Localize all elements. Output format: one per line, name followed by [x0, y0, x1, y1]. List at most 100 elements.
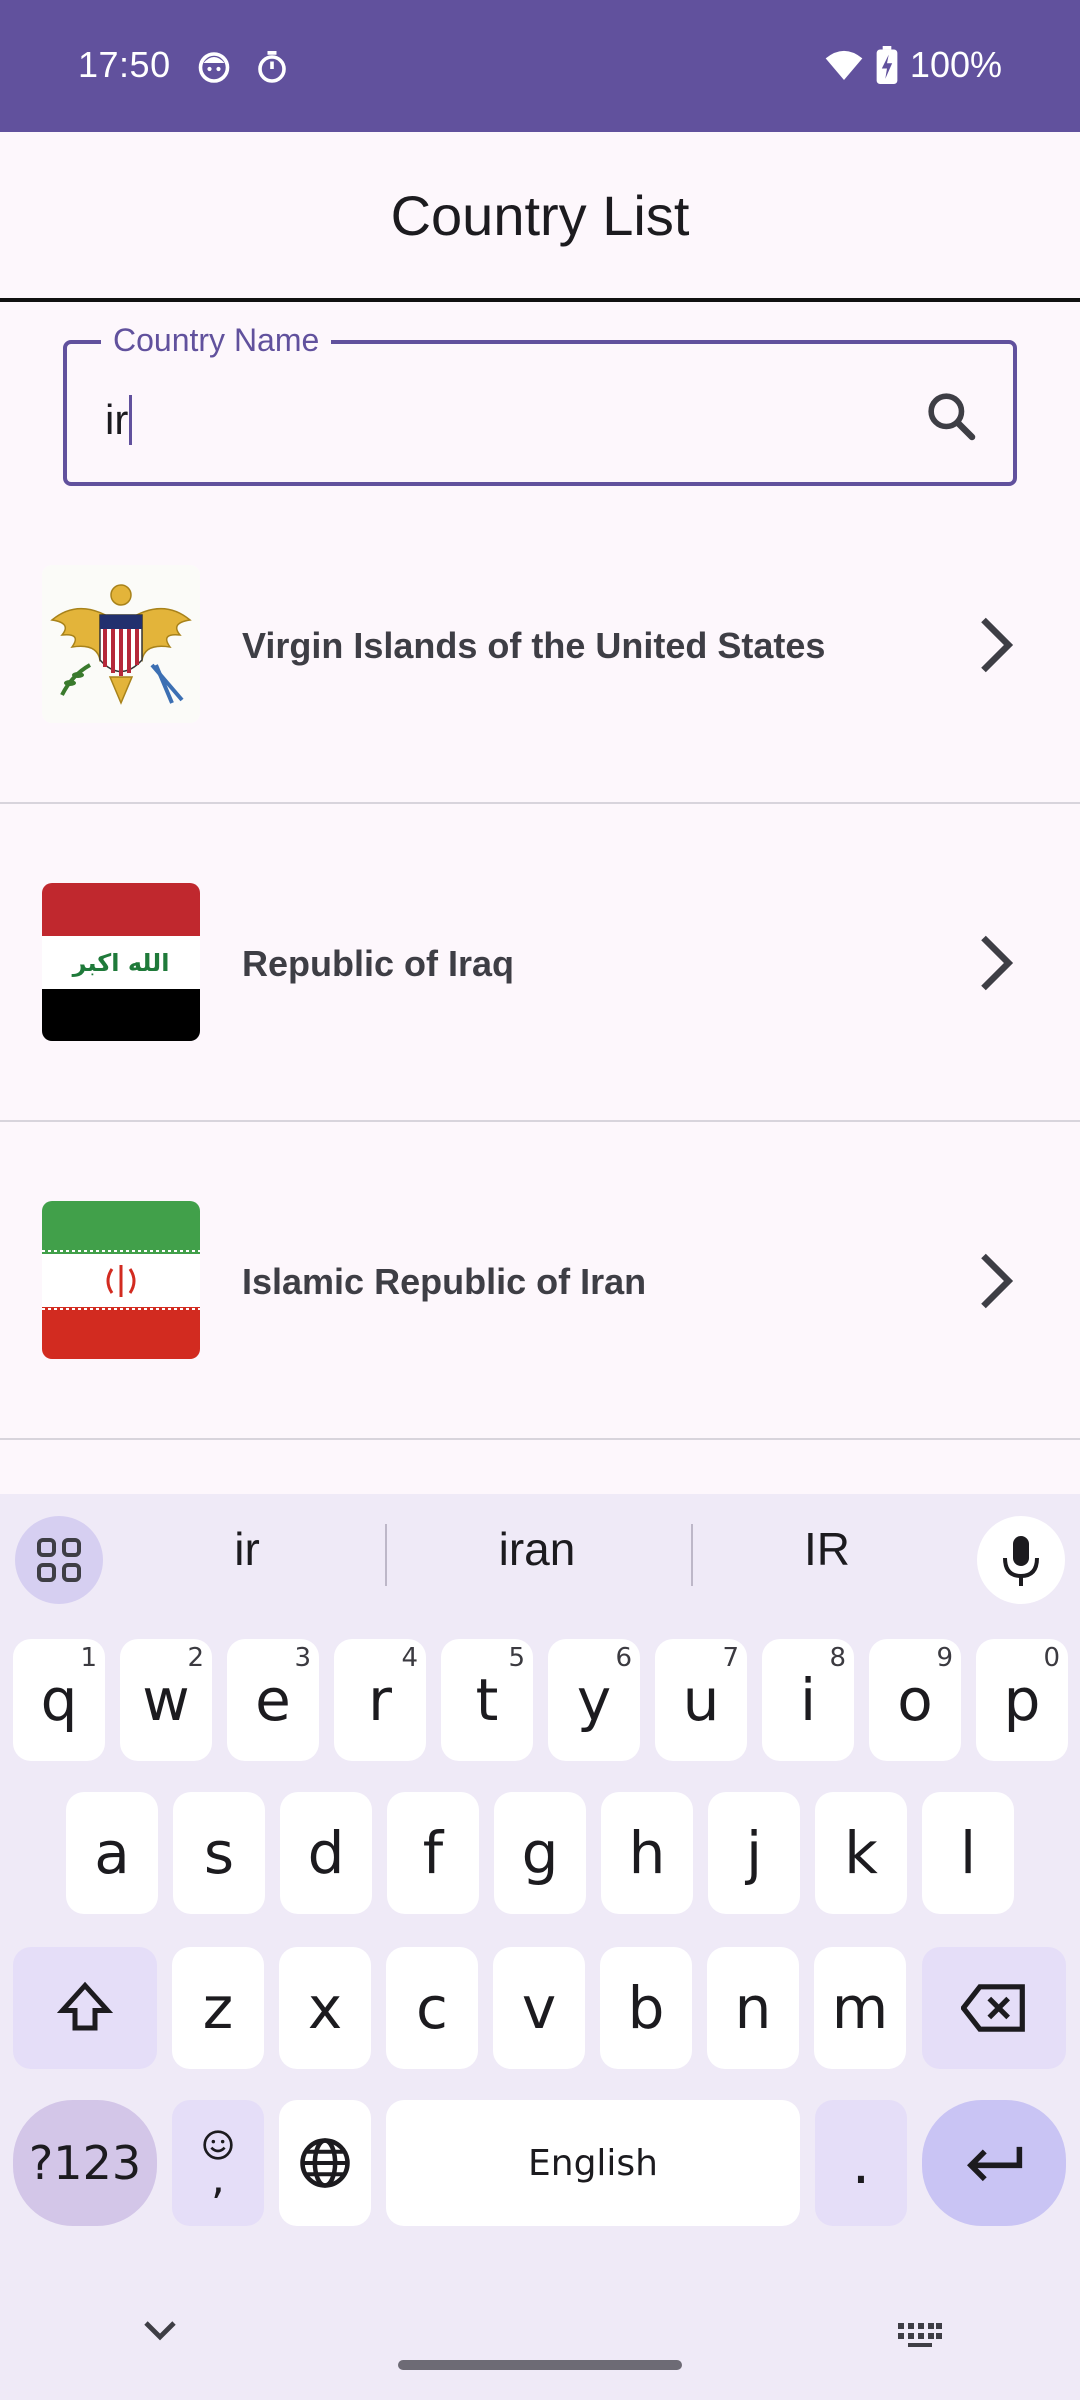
status-time: 17:50 — [78, 44, 171, 85]
key-a[interactable]: a — [66, 1792, 158, 1914]
hide-keyboard-icon[interactable] — [140, 2316, 180, 2346]
key-hint: 3 — [294, 1643, 311, 1673]
key-hint: 2 — [187, 1643, 204, 1673]
keyboard-switch-icon[interactable] — [896, 2320, 944, 2350]
key-label: a — [94, 1819, 130, 1887]
globe-icon — [300, 2138, 350, 2188]
key-q[interactable]: q1 — [13, 1639, 105, 1761]
key-r[interactable]: r4 — [334, 1639, 426, 1761]
key-label: j — [745, 1819, 763, 1887]
chevron-right-icon[interactable] — [974, 933, 1018, 993]
iraq-flag: الله اكبر — [42, 883, 200, 1041]
suggestion-divider — [385, 1524, 387, 1586]
key-b[interactable]: b — [600, 1947, 692, 2069]
key-label: q — [40, 1666, 78, 1734]
key-hint: 8 — [829, 1643, 846, 1673]
key-label: b — [627, 1974, 665, 2042]
key-p[interactable]: p0 — [976, 1639, 1068, 1761]
key-w[interactable]: w2 — [120, 1639, 212, 1761]
home-indicator[interactable] — [398, 2360, 682, 2370]
key-label: l — [959, 1819, 977, 1887]
key-label: o — [897, 1666, 933, 1734]
search-input[interactable]: ir — [105, 394, 133, 445]
period-key[interactable]: . — [815, 2100, 907, 2226]
key-label: g — [521, 1819, 559, 1887]
key-e[interactable]: e3 — [227, 1639, 319, 1761]
suggestion-3[interactable]: IR — [687, 1522, 967, 1576]
shift-icon — [56, 1981, 114, 2031]
key-u[interactable]: u7 — [655, 1639, 747, 1761]
key-hint: 9 — [936, 1643, 953, 1673]
key-f[interactable]: f — [387, 1792, 479, 1914]
enter-key[interactable] — [922, 2100, 1066, 2226]
key-i[interactable]: i8 — [762, 1639, 854, 1761]
list-item-country[interactable]: الله اكبر Republic of Iraq — [0, 804, 1080, 1122]
language-key[interactable] — [279, 2100, 371, 2226]
key-hint: 1 — [80, 1643, 97, 1673]
shift-key[interactable] — [13, 1947, 157, 2069]
key-label: z — [202, 1974, 234, 2042]
page-title: Country List — [390, 183, 690, 247]
key-j[interactable]: j — [708, 1792, 800, 1914]
key-x[interactable]: x — [279, 1947, 371, 2069]
suggestion-2[interactable]: iran — [397, 1522, 677, 1576]
list-item-country[interactable]: Islamic Republic of Iran — [0, 1122, 1080, 1440]
key-label: v — [521, 1974, 557, 2042]
timer-icon — [258, 51, 286, 83]
soft-keyboard: ir iran IR ?123 , English . q 1 w 2 e 3 … — [0, 1494, 1080, 2400]
country-name: Virgin Islands of the United States — [242, 625, 826, 666]
key-l[interactable]: l — [922, 1792, 1014, 1914]
backspace-key[interactable] — [922, 1947, 1066, 2069]
chevron-right-icon[interactable] — [974, 1251, 1018, 1311]
key-label: d — [307, 1819, 345, 1887]
chevron-right-icon[interactable] — [974, 615, 1018, 675]
list-item-country[interactable]: Virgin Islands of the United States — [0, 486, 1080, 804]
key-label: t — [475, 1666, 499, 1734]
key-o[interactable]: o9 — [869, 1639, 961, 1761]
wifi-icon — [825, 50, 863, 80]
country-name: Islamic Republic of Iran — [242, 1261, 647, 1302]
key-label: p — [1003, 1666, 1041, 1734]
status-right: 100% — [824, 44, 1002, 86]
status-bar: 17:50 100% — [0, 0, 1080, 132]
space-key[interactable]: English — [386, 2100, 800, 2226]
battery-percent: 100% — [909, 44, 1002, 85]
key-label: u — [682, 1666, 720, 1734]
key-m[interactable]: m — [814, 1947, 906, 2069]
key-h[interactable]: h — [601, 1792, 693, 1914]
key-label: f — [422, 1819, 444, 1887]
key-hint: 4 — [401, 1643, 418, 1673]
key-label: s — [203, 1819, 235, 1887]
key-k[interactable]: k — [815, 1792, 907, 1914]
key-hint: 0 — [1043, 1643, 1060, 1673]
key-label: x — [307, 1974, 343, 2042]
country-name: Republic of Iraq — [242, 943, 515, 984]
key-y[interactable]: y6 — [548, 1639, 640, 1761]
key-z[interactable]: z — [172, 1947, 264, 2069]
key-label: e — [255, 1666, 291, 1734]
usvi-flag — [42, 565, 200, 723]
search-icon[interactable] — [923, 388, 979, 444]
search-field[interactable]: Country Name ir — [63, 322, 1017, 486]
voice-input-button[interactable] — [977, 1516, 1065, 1604]
key-t[interactable]: t5 — [441, 1639, 533, 1761]
search-label: Country Name — [101, 322, 332, 359]
key-v[interactable]: v — [493, 1947, 585, 2069]
key-hint: 5 — [508, 1643, 525, 1673]
iran-flag — [42, 1201, 200, 1359]
key-g[interactable]: g — [494, 1792, 586, 1914]
key-s[interactable]: s — [173, 1792, 265, 1914]
key-label: y — [576, 1666, 612, 1734]
key-label: h — [628, 1819, 666, 1887]
key-label: i — [799, 1666, 817, 1734]
suggestion-1[interactable]: ir — [107, 1522, 387, 1576]
emoji-comma-key[interactable]: , — [172, 2100, 264, 2226]
iraq-flag-text: الله اكبر — [72, 948, 170, 977]
key-label: w — [142, 1666, 190, 1734]
keyboard-apps-button[interactable] — [15, 1516, 103, 1604]
key-c[interactable]: c — [386, 1947, 478, 2069]
key-label: m — [831, 1974, 889, 2042]
key-n[interactable]: n — [707, 1947, 799, 2069]
symbols-key[interactable]: ?123 — [13, 2100, 157, 2226]
key-d[interactable]: d — [280, 1792, 372, 1914]
